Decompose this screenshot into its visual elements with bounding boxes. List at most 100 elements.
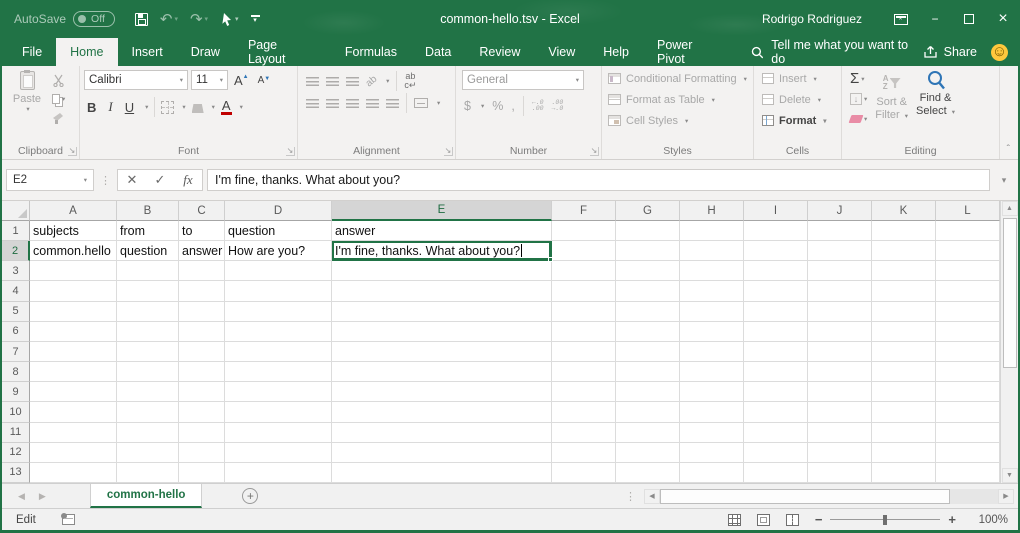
fill-color-dropdown-icon[interactable]: ▾ [212,103,215,111]
cell-J10[interactable] [808,402,872,422]
tab-draw[interactable]: Draw [177,38,234,66]
row-header-12[interactable]: 12 [2,443,30,463]
cell-F6[interactable] [552,322,616,342]
cell-D13[interactable] [225,463,332,483]
row-header-13[interactable]: 13 [2,463,30,483]
cell-F8[interactable] [552,362,616,382]
cell-L9[interactable] [936,382,1000,402]
decrease-font-size-button[interactable]: A▼ [255,74,274,87]
scroll-left-arrow[interactable]: ◀ [644,489,660,504]
copy-button[interactable]: ▾ [52,92,65,106]
cell-C13[interactable] [179,463,225,483]
customize-qat-button[interactable]: ▾ [247,12,264,26]
cell-K8[interactable] [872,362,936,382]
cell-K2[interactable] [872,241,936,261]
column-header-H[interactable]: H [680,201,744,221]
cell-I10[interactable] [744,402,808,422]
cell-H13[interactable] [680,463,744,483]
cell-E7[interactable] [332,342,552,362]
autosave-toggle[interactable]: AutoSave Off [14,11,115,27]
tab-home[interactable]: Home [56,38,117,66]
sheet-prev-arrow[interactable]: ◀ [18,491,25,502]
close-button[interactable]: × [986,0,1020,38]
cell-E2[interactable]: I'm fine, thanks. What about you? [332,241,552,261]
scroll-down-arrow[interactable]: ▼ [1002,468,1018,483]
scroll-right-arrow[interactable]: ▶ [998,489,1014,504]
cell-I4[interactable] [744,281,808,301]
fill-button[interactable]: ↓▾ [850,90,867,107]
column-header-I[interactable]: I [744,201,808,221]
column-header-A[interactable]: A [30,201,117,221]
column-header-E[interactable]: E [332,201,552,221]
cell-A6[interactable] [30,322,117,342]
cell-B4[interactable] [117,281,179,301]
cell-E9[interactable] [332,382,552,402]
cell-K6[interactable] [872,322,936,342]
font-color-dropdown-icon[interactable]: ▾ [240,103,243,111]
fill-color-icon[interactable] [192,104,204,113]
cancel-entry-button[interactable]: ✕ [118,172,146,188]
cell-D7[interactable] [225,342,332,362]
cell-J4[interactable] [808,281,872,301]
row-header-2[interactable]: 2 [2,241,30,261]
normal-view-button[interactable] [728,514,741,526]
cell-A11[interactable] [30,423,117,443]
cell-D1[interactable]: question [225,221,332,241]
cell-L10[interactable] [936,402,1000,422]
cell-D8[interactable] [225,362,332,382]
horizontal-scrollbar[interactable]: ◀ ▶ [644,488,1014,505]
cell-G9[interactable] [616,382,680,402]
cell-J5[interactable] [808,302,872,322]
cell-B9[interactable] [117,382,179,402]
find-select-button[interactable]: Find & Select ▾ [916,70,955,142]
cell-C10[interactable] [179,402,225,422]
conditional-formatting-button[interactable]: Conditional Formatting▾ [608,70,749,87]
tab-file[interactable]: File [8,38,56,66]
cell-H8[interactable] [680,362,744,382]
cell-B7[interactable] [117,342,179,362]
cell-styles-button[interactable]: Cell Styles▾ [608,112,749,129]
cell-G5[interactable] [616,302,680,322]
column-header-L[interactable]: L [936,201,1000,221]
cell-G12[interactable] [616,443,680,463]
cell-K12[interactable] [872,443,936,463]
row-header-8[interactable]: 8 [2,362,30,382]
cell-J8[interactable] [808,362,872,382]
number-format-combo[interactable]: General▾ [462,70,584,90]
cell-H5[interactable] [680,302,744,322]
macro-record-icon[interactable] [62,514,75,525]
cell-E5[interactable] [332,302,552,322]
tab-data[interactable]: Data [411,38,465,66]
cell-D3[interactable] [225,261,332,281]
cell-L1[interactable] [936,221,1000,241]
column-header-C[interactable]: C [179,201,225,221]
tab-review[interactable]: Review [465,38,534,66]
zoom-in-button[interactable]: + [948,512,956,527]
delete-cells-button[interactable]: Delete▾ [762,91,837,108]
user-name[interactable]: Rodrigo Rodriguez [762,12,862,26]
cell-G11[interactable] [616,423,680,443]
cell-H6[interactable] [680,322,744,342]
currency-dropdown-icon[interactable]: ▾ [481,102,484,110]
cell-A2[interactable]: common.hello [30,241,117,261]
new-sheet-button[interactable]: + [242,488,258,504]
cell-D12[interactable] [225,443,332,463]
cell-J6[interactable] [808,322,872,342]
orientation-dropdown-icon[interactable]: ▾ [386,77,389,85]
cell-G6[interactable] [616,322,680,342]
cell-E12[interactable] [332,443,552,463]
cell-A4[interactable] [30,281,117,301]
insert-function-button[interactable]: fx [174,172,202,188]
row-header-3[interactable]: 3 [2,261,30,281]
cell-A1[interactable]: subjects [30,221,117,241]
cell-C8[interactable] [179,362,225,382]
sort-filter-button[interactable]: AZ Sort & Filter ▾ [875,70,908,142]
cell-K3[interactable] [872,261,936,281]
cell-C5[interactable] [179,302,225,322]
tab-insert[interactable]: Insert [118,38,177,66]
cell-B5[interactable] [117,302,179,322]
cell-I12[interactable] [744,443,808,463]
cell-E11[interactable] [332,423,552,443]
cell-G10[interactable] [616,402,680,422]
cell-I8[interactable] [744,362,808,382]
